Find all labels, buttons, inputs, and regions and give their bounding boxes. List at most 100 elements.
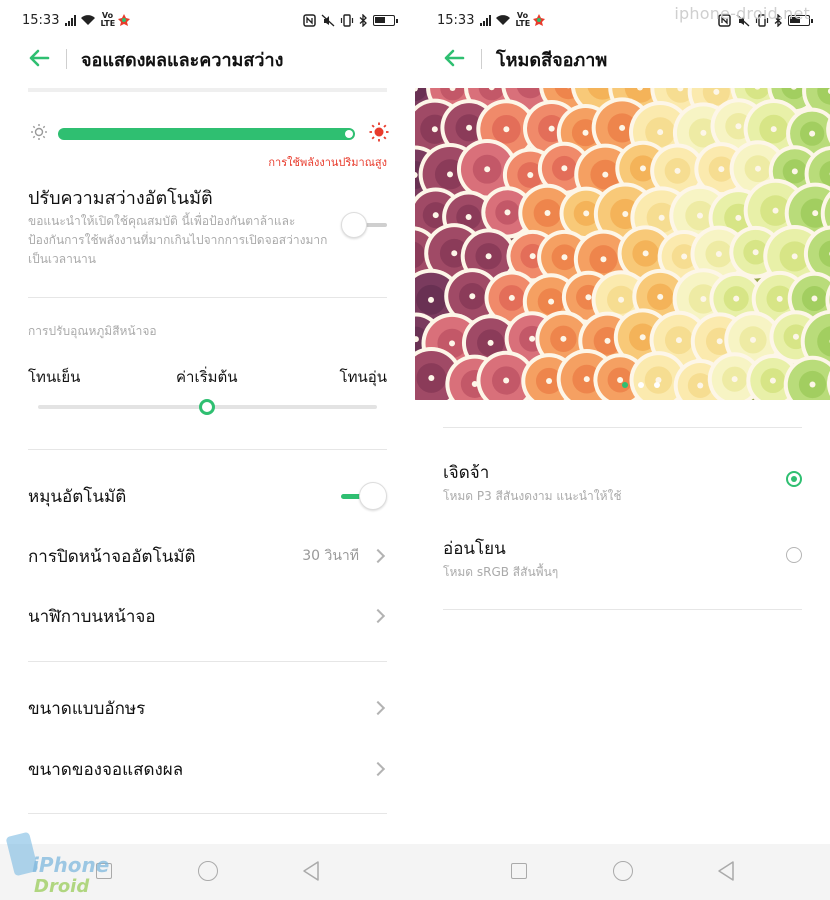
citrus-slice-center xyxy=(713,88,720,95)
citrus-slice-center xyxy=(700,129,707,136)
citrus-slice-center xyxy=(561,254,568,261)
signal-icon xyxy=(480,14,492,26)
toggle-thumb xyxy=(341,212,367,238)
back-triangle-icon[interactable] xyxy=(301,860,321,882)
chevron-right-icon xyxy=(370,700,386,716)
citrus-slice-center xyxy=(675,337,682,344)
color-temp-thumb[interactable] xyxy=(199,399,215,415)
arrow-left-icon[interactable] xyxy=(28,45,58,73)
citrus-slice-center xyxy=(809,130,816,137)
citrus-slice-center xyxy=(791,168,798,175)
section-divider xyxy=(28,449,387,450)
back-triangle-icon[interactable] xyxy=(716,860,736,882)
status-bar: 15:33 Vo LTE xyxy=(22,8,398,32)
vivid-mode-option[interactable]: เจิดจ้า โหมด P3 สีสันงดงาม แนะนำให้ใช้ xyxy=(443,459,802,509)
brightness-track[interactable] xyxy=(58,128,355,140)
citrus-slice-center xyxy=(487,339,494,346)
header-divider xyxy=(66,49,67,69)
gentle-mode-description: โหมด sRGB สีสันพื้นๆ xyxy=(443,565,559,579)
citrus-preview-image[interactable] xyxy=(415,88,830,400)
section-divider xyxy=(443,427,802,428)
citrus-slice-center xyxy=(447,171,454,178)
screen-timeout-row[interactable]: การปิดหน้าจออัตโนมัติ 30 วินาที xyxy=(28,536,387,576)
recent-apps-button[interactable] xyxy=(511,863,527,879)
home-button[interactable] xyxy=(198,861,218,881)
citrus-slice-center xyxy=(451,250,458,257)
citrus-slice-center xyxy=(548,125,555,132)
display-size-row[interactable]: ขนาดของจอแสดงผล xyxy=(28,749,387,789)
screen-timeout-label: การปิดหน้าจออัตโนมัติ xyxy=(28,546,196,567)
chevron-right-icon xyxy=(370,548,386,564)
auto-brightness-title: ปรับความสว่างอัตโนมัติ xyxy=(28,188,213,209)
citrus-slice-center xyxy=(735,214,742,221)
auto-rotate-toggle[interactable] xyxy=(341,482,387,510)
citrus-slices-photo xyxy=(415,88,830,400)
brightness-thumb[interactable] xyxy=(345,130,353,138)
page-dot[interactable] xyxy=(637,382,644,388)
citrus-slice-center xyxy=(791,253,798,260)
auto-brightness-toggle[interactable] xyxy=(341,212,387,238)
citrus-slice-center xyxy=(503,126,510,133)
citrus-slice-center xyxy=(428,296,435,303)
app-notification-icon xyxy=(118,14,131,26)
screen-clock-row[interactable]: นาฬิกาบนหน้าจอ xyxy=(28,596,387,636)
status-time: 15:33 xyxy=(437,12,475,28)
mute-icon xyxy=(321,14,335,26)
navigation-bar xyxy=(0,844,415,900)
vibrate-icon xyxy=(340,13,354,27)
citrus-slice-center xyxy=(716,338,723,345)
citrus-slice-center xyxy=(585,294,592,301)
navigation-bar xyxy=(415,844,830,900)
citrus-slice-center xyxy=(561,165,568,172)
watermark-text: iphone-droid.net xyxy=(674,4,810,23)
citrus-slice-center xyxy=(619,124,626,131)
toggle-thumb xyxy=(359,482,387,510)
chevron-right-icon xyxy=(370,761,386,777)
auto-rotate-row[interactable]: หมุนอัตโนมัติ xyxy=(28,476,387,516)
app-notification-icon xyxy=(533,14,546,26)
page-title: จอแสดงผลและความสว่าง xyxy=(81,49,284,71)
recent-apps-button[interactable] xyxy=(96,863,112,879)
app-header: โหมดสีจอภาพ xyxy=(443,44,810,74)
font-size-label: ขนาดแบบอักษร xyxy=(28,698,146,719)
citrus-slice-center xyxy=(658,214,665,221)
citrus-slice-center xyxy=(604,337,611,344)
citrus-slice-center xyxy=(622,210,629,217)
citrus-slice-center xyxy=(750,336,757,343)
citrus-slice-center xyxy=(544,210,551,217)
page-title: โหมดสีจอภาพ xyxy=(496,49,608,71)
gentle-mode-radio[interactable] xyxy=(786,547,802,563)
citrus-slice-center xyxy=(548,298,555,305)
color-temp-labels: โทนเย็น ค่าเริ่มต้น โทนอุ่น xyxy=(28,365,387,387)
citrus-slice-center xyxy=(754,165,761,172)
arrow-left-icon[interactable] xyxy=(443,45,473,73)
screen-timeout-value: 30 วินาที xyxy=(302,548,359,564)
citrus-slice-center xyxy=(733,295,740,302)
citrus-slice-center xyxy=(508,294,515,301)
page-dot[interactable] xyxy=(653,382,660,388)
font-size-row[interactable]: ขนาดแบบอักษร xyxy=(28,688,387,728)
wifi-icon xyxy=(81,15,96,25)
auto-brightness-description: ขอแนะนำให้เปิดใช้คุณสมบัติ นี้เพื่อป้องก… xyxy=(28,214,328,266)
vivid-mode-radio[interactable] xyxy=(786,471,802,487)
gentle-mode-option[interactable]: อ่อนโยน โหมด sRGB สีสันพื้นๆ xyxy=(443,535,802,585)
section-divider xyxy=(28,813,387,814)
citrus-slice-center xyxy=(529,253,536,260)
page-dot[interactable] xyxy=(621,382,628,388)
sun-low-icon xyxy=(30,123,58,145)
citrus-slice-center xyxy=(657,129,664,136)
section-divider xyxy=(28,297,387,298)
display-size-label: ขนาดของจอแสดงผล xyxy=(28,759,184,780)
screen-clock-label: นาฬิกาบนหน้าจอ xyxy=(28,606,156,627)
citrus-slice-center xyxy=(583,210,590,217)
citrus-slice-center xyxy=(752,249,759,256)
brightness-slider[interactable] xyxy=(30,120,389,148)
cool-tone-label: โทนเย็น xyxy=(28,368,81,386)
home-button[interactable] xyxy=(613,861,633,881)
auto-rotate-label: หมุนอัตโนมัติ xyxy=(28,486,127,507)
section-divider xyxy=(443,609,802,610)
citrus-slice-center xyxy=(582,129,589,136)
citrus-slice-center xyxy=(642,250,649,257)
color-mode-screen: 15:33 Vo LTE iphone-droid.net โหมดสีจอภา… xyxy=(415,0,830,900)
default-tone-label: ค่าเริ่มต้น xyxy=(176,368,238,386)
